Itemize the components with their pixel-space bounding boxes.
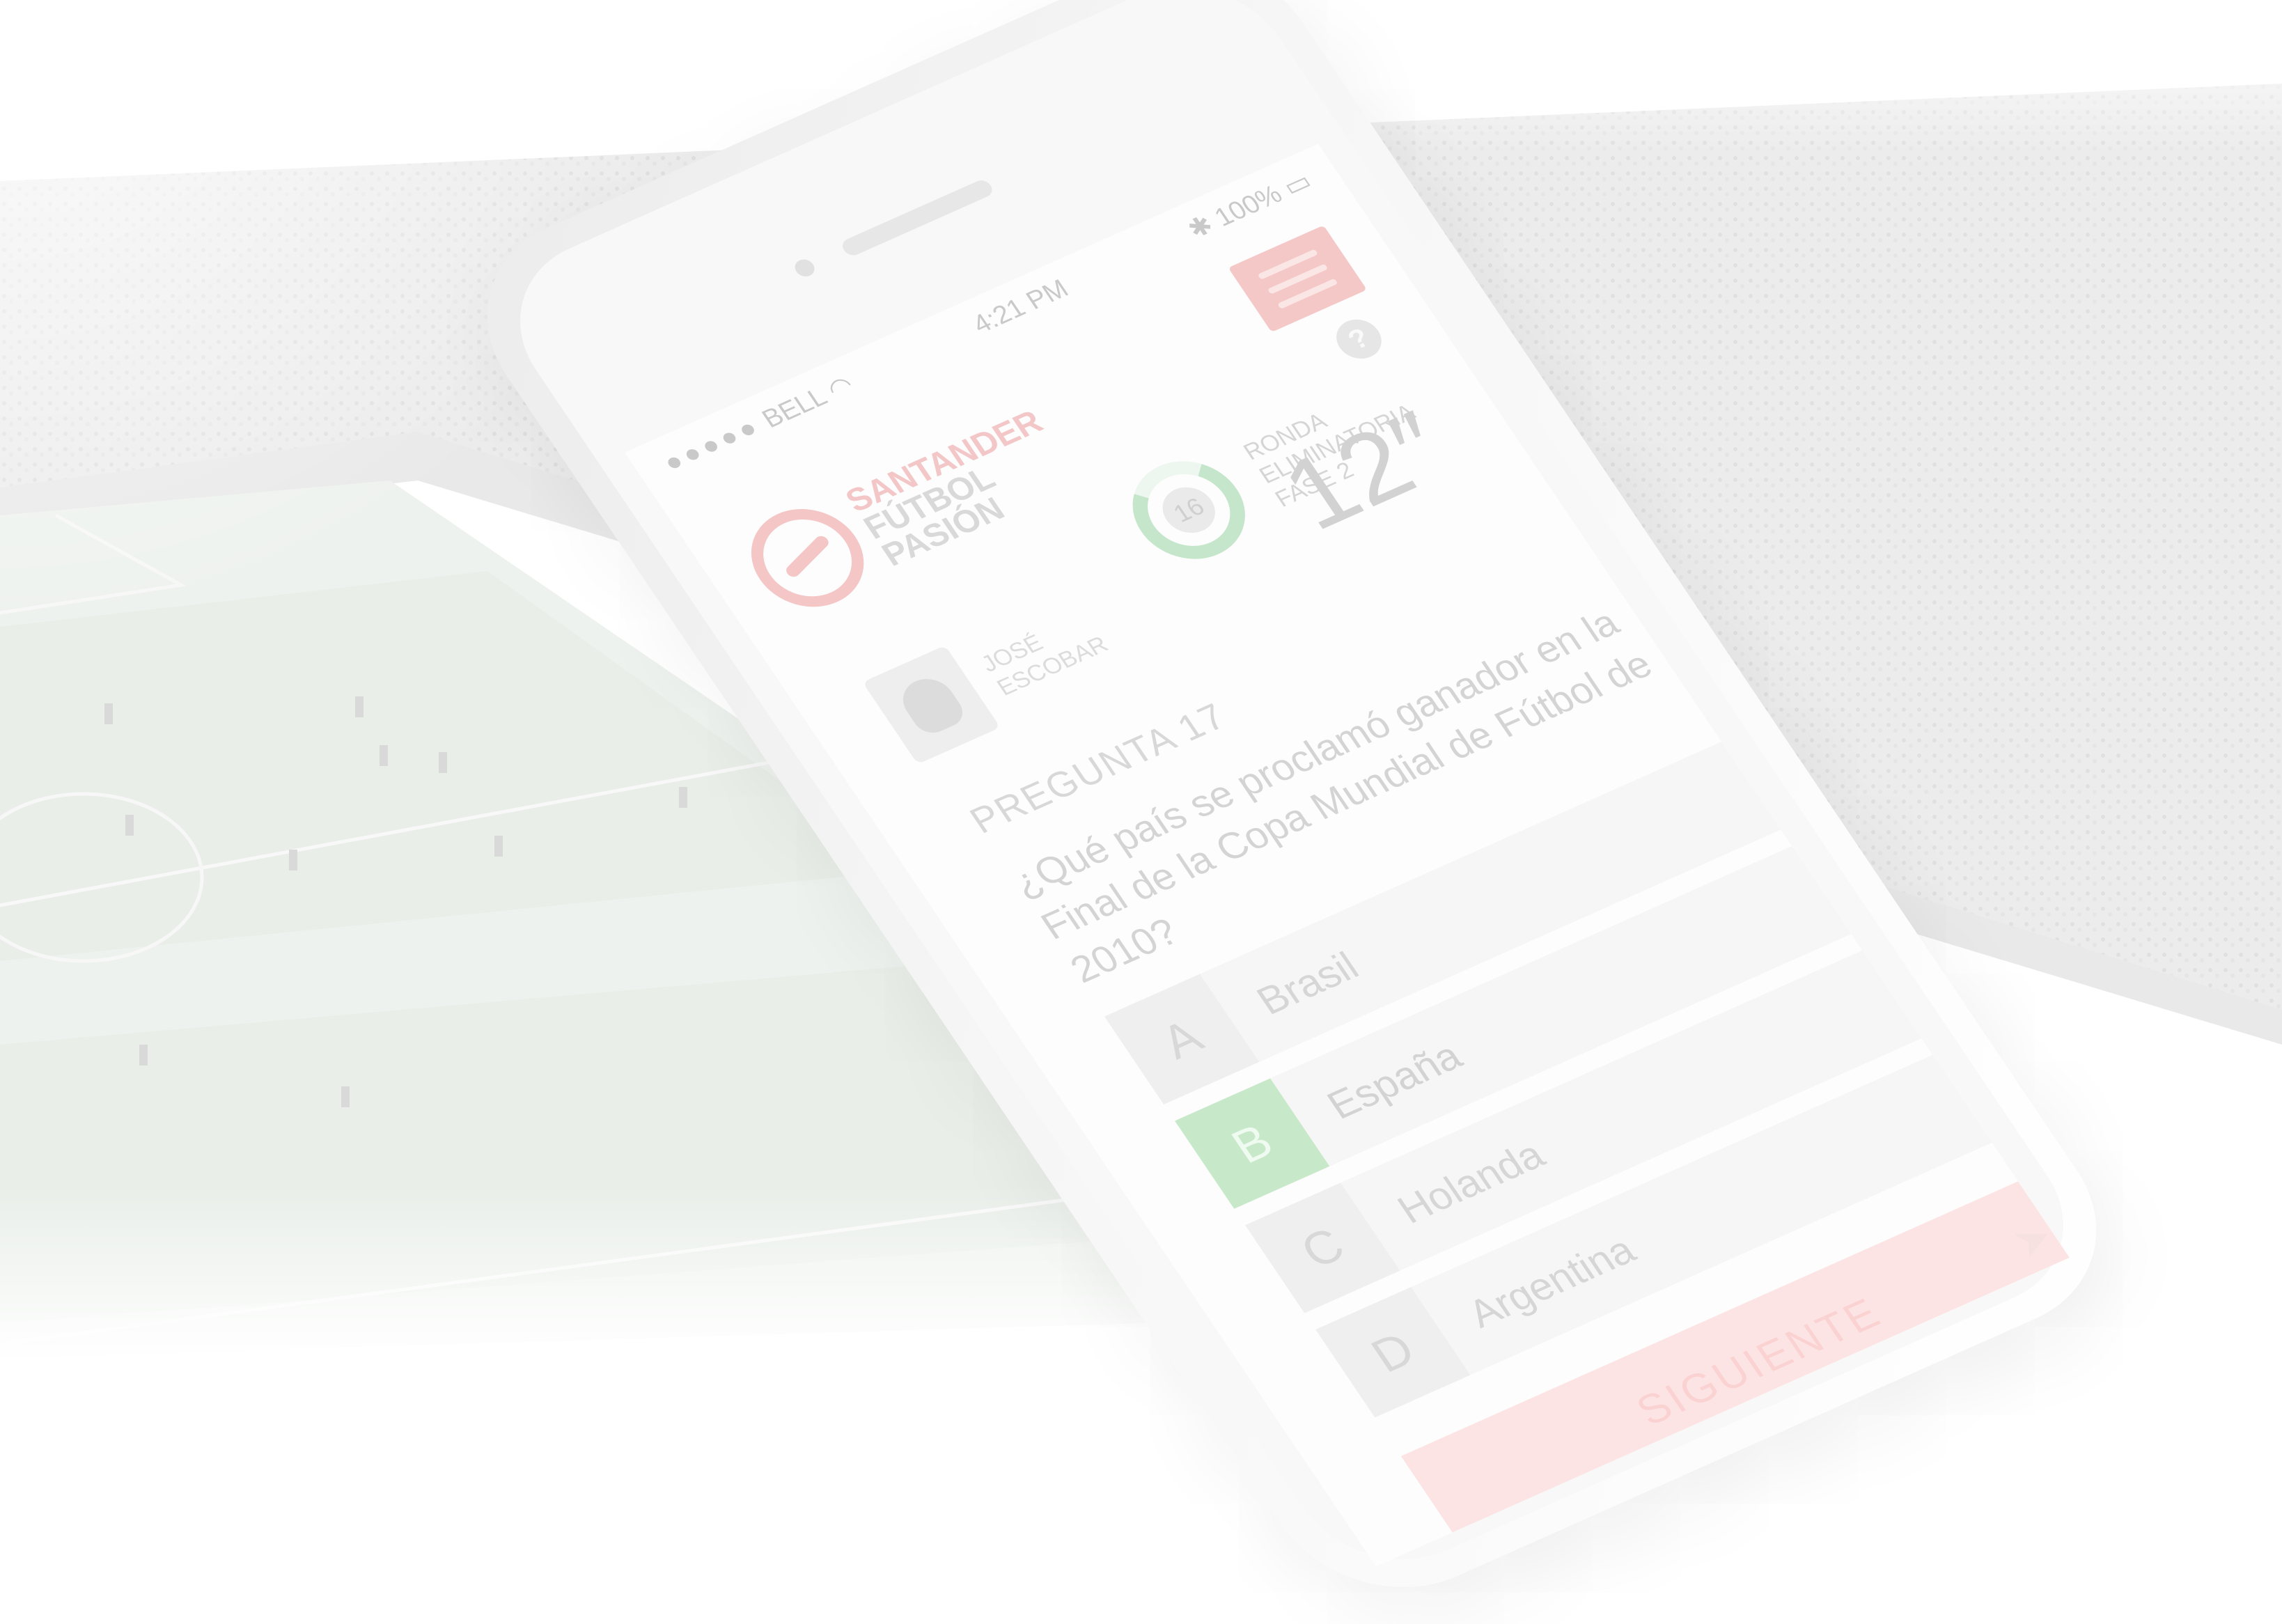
help-icon[interactable]: ? [1328, 313, 1390, 366]
player-name: JOSÉ ESCOBAR [976, 607, 1113, 701]
wifi-icon: ◠ [821, 370, 860, 405]
menu-button[interactable] [1228, 225, 1368, 333]
answer-text: Argentina [1460, 1227, 1643, 1336]
status-right: ✱ 100% ▭ [1181, 165, 1318, 244]
arrow-icon: ➤ [2003, 1211, 2065, 1266]
answer-text: Brasil [1248, 944, 1367, 1023]
carrier-label: BELL [756, 382, 832, 434]
next-button-label: SIGUIENTE [1627, 1288, 1891, 1435]
answer-text: España [1318, 1033, 1470, 1127]
round-number: 16 [1152, 479, 1226, 541]
bluetooth-icon: ✱ [1182, 210, 1219, 244]
logo-text: SANTANDER FÚTBOL PASIÓN [839, 404, 1084, 573]
player-info: JOSÉ ESCOBAR [862, 590, 1125, 765]
signal-icon: ●●●●● [657, 412, 767, 478]
battery-label: 100% [1209, 180, 1288, 232]
speaker-grill [838, 178, 996, 258]
round-progress-ring: 16 [1111, 444, 1267, 576]
status-left: ●●●●● BELL ◠ [657, 369, 860, 478]
avatar [862, 645, 1001, 765]
camera-icon [791, 256, 818, 280]
answer-text: Holanda [1389, 1132, 1553, 1232]
battery-icon: ▭ [1277, 166, 1318, 202]
status-time: 4:21 PM [967, 274, 1074, 339]
